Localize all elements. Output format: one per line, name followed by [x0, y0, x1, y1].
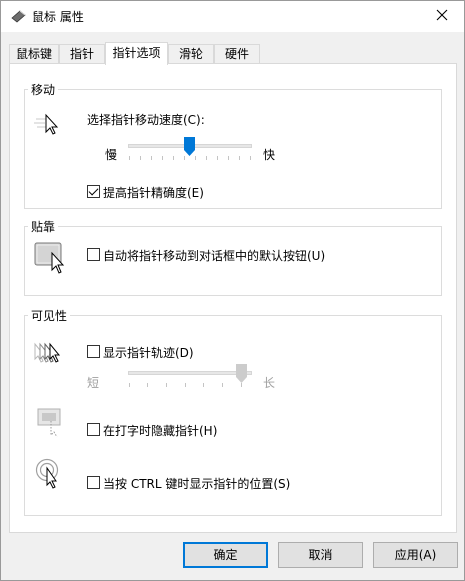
apply-button[interactable]: 应用(A) — [373, 542, 458, 568]
mouse-properties-dialog: 鼠标 属性 鼠标键 指针 指针选项 滑轮 硬件 移动 选择指针移动速度(C): … — [0, 0, 465, 581]
show-location-ctrl-checkbox[interactable] — [87, 476, 100, 489]
pointer-speed-icon — [34, 113, 64, 138]
trail-tick — [166, 383, 167, 387]
snap-group-label: 贴靠 — [28, 218, 59, 235]
motion-group: 移动 选择指针移动速度(C): 慢 快 提高指针精确度(E) — [24, 81, 442, 209]
snap-to-default-label[interactable]: 自动将指针移动到对话框中的默认按钮(U) — [103, 247, 325, 264]
hide-while-typing-label[interactable]: 在打字时隐藏指针(H) — [103, 422, 217, 439]
tab-pointer-options[interactable]: 指针选项 — [105, 42, 168, 65]
enhance-precision-label[interactable]: 提高指针精确度(E) — [103, 184, 204, 201]
pointer-trails-checkbox[interactable] — [87, 345, 100, 358]
trail-tick — [222, 383, 223, 387]
speed-tick — [250, 156, 251, 160]
ok-button[interactable]: 确定 — [183, 542, 268, 568]
tab-hardware[interactable]: 硬件 — [214, 44, 260, 64]
window-title: 鼠标 属性 — [32, 10, 84, 24]
fast-label: 快 — [263, 148, 276, 162]
motion-group-label: 移动 — [28, 81, 59, 98]
trail-tick — [203, 383, 204, 387]
close-icon — [436, 9, 448, 24]
slow-label: 慢 — [105, 148, 118, 162]
speed-tick — [129, 156, 130, 160]
mouse-icon — [10, 9, 26, 23]
tab-pointers[interactable]: 指针 — [59, 44, 105, 64]
speed-tick — [151, 156, 152, 160]
cancel-button[interactable]: 取消 — [278, 542, 363, 568]
speed-tick — [195, 156, 196, 160]
snap-to-button-icon — [34, 242, 70, 279]
hide-while-typing-checkbox[interactable] — [87, 423, 100, 436]
visibility-group-label: 可见性 — [28, 307, 71, 324]
speed-tick — [228, 156, 229, 160]
title-bar: 鼠标 属性 — [1, 1, 464, 32]
tab-wheel[interactable]: 滑轮 — [168, 44, 214, 64]
hide-while-typing-icon — [37, 408, 67, 441]
speed-tick — [173, 156, 174, 160]
speed-tick — [184, 156, 185, 160]
snap-group: 贴靠 自动将指针移动到对话框中的默认按钮(U) — [24, 218, 442, 296]
trail-tick — [147, 383, 148, 387]
show-location-ctrl-label[interactable]: 当按 CTRL 键时显示指针的位置(S) — [103, 475, 290, 492]
snap-to-default-checkbox[interactable] — [87, 248, 100, 261]
speed-tick — [239, 156, 240, 160]
pointer-trails-label[interactable]: 显示指针轨迹(D) — [103, 344, 194, 361]
trail-tick — [185, 383, 186, 387]
trail-length-slider-thumb[interactable] — [235, 364, 247, 383]
speed-tick — [140, 156, 141, 160]
pointer-trails-icon — [32, 341, 66, 370]
trail-short-label: 短 — [87, 376, 100, 390]
speed-slider-thumb[interactable] — [184, 137, 195, 156]
speed-tick — [162, 156, 163, 160]
enhance-precision-checkbox[interactable] — [87, 185, 100, 198]
trail-long-label: 长 — [263, 376, 276, 390]
speed-label: 选择指针移动速度(C): — [87, 113, 205, 127]
trail-tick — [129, 383, 130, 387]
tab-buttons[interactable]: 鼠标键 — [9, 44, 59, 64]
trail-length-slider-track[interactable] — [128, 371, 252, 375]
speed-tick — [206, 156, 207, 160]
close-button[interactable] — [419, 1, 464, 32]
tab-panel: 移动 选择指针移动速度(C): 慢 快 提高指针精确度(E) 贴靠 自动将指针移… — [9, 63, 457, 533]
speed-tick — [217, 156, 218, 160]
trail-tick — [241, 383, 242, 387]
visibility-group: 可见性 显示指针轨迹(D) 短 长 在打字时隐藏指针(H) 当按 CTRL 键时… — [24, 307, 442, 516]
show-location-ctrl-icon — [35, 458, 65, 493]
